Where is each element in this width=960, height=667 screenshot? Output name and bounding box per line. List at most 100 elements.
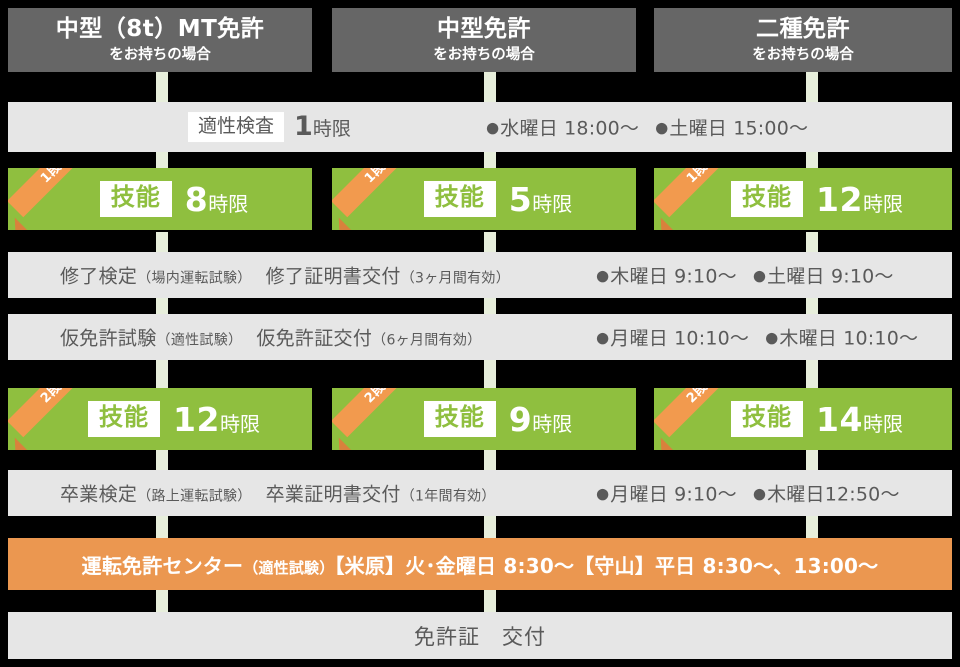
connector-line-col1 [156, 296, 168, 316]
connector-line-col3 [806, 72, 818, 104]
stage2-hours-number-col2: 9 [508, 399, 533, 439]
ribbon-tail [332, 437, 355, 450]
completion-test-note-2: （3ヶ月間有効） [400, 270, 511, 287]
graduation-test-note-1: （路上運転試験） [137, 488, 252, 505]
ribbon-tail [332, 217, 355, 230]
graduation-test-main-2: 卒業証明書交付 [265, 483, 401, 506]
graduation-test-main-1: 卒業検定 [60, 483, 138, 506]
bullet-icon: ● [752, 266, 767, 285]
license-center-label: 運転免許センター（適性試験）【米原】火･金曜日 8:30～【守山】平日 8:30… [82, 550, 879, 579]
completion-test-main-2: 修了証明書交付 [265, 265, 401, 288]
stage1-hours-number-col2: 5 [508, 179, 533, 219]
connector-line-col2 [484, 590, 496, 612]
stage1-ribbon-col2: 1段階 [332, 168, 410, 230]
column-header-1-title: 中型（8t）MT免許 [55, 16, 265, 43]
stage1-skill-chip-col1: 技能 [99, 181, 172, 217]
aptitude-test-hours-unit: 時限 [312, 117, 351, 140]
stage1-ribbon-col1: 1段階 [8, 168, 86, 230]
license-issued-row: 免許証 交付 [8, 612, 952, 659]
stage1-skill-chip-col3: 技能 [731, 181, 804, 217]
stage2-hours-col1: 12時限 [173, 400, 260, 439]
stage2-ribbon-col1: 2段階 [8, 388, 86, 450]
stage1-ribbon-label: 1段階 [8, 168, 86, 218]
stage2-hours-col2: 9時限 [509, 400, 572, 439]
bullet-icon: ● [596, 266, 610, 285]
ribbon-tail [654, 217, 677, 230]
provisional-license-label: 仮免許試験（適性試験） 仮免許証交付（6ヶ月間有効） [60, 324, 481, 351]
completion-test-schedule-1: 木曜日 9:10～ [610, 265, 737, 288]
provisional-license-main-2: 仮免許証交付 [256, 327, 373, 350]
curriculum-flowchart: 中型（8t）MT免許 をお持ちの場合 中型免許 をお持ちの場合 二種免許 をお持… [0, 0, 960, 667]
provisional-license-schedule-1: 月曜日 10:10～ [610, 327, 750, 350]
completion-test-label: 修了検定（場内運転試験） 修了証明書交付（3ヶ月間有効） [60, 262, 510, 289]
connector-line-col3 [806, 450, 818, 472]
column-header-2-title: 中型免許 [437, 16, 531, 43]
stage2-hours-col3: 14時限 [816, 400, 903, 439]
stage1-hours-unit-col1: 時限 [208, 191, 249, 216]
column-header-1-subtitle: をお持ちの場合 [109, 46, 211, 63]
license-center-detail: 【米原】火･金曜日 8:30～【守山】平日 8:30～、13:00～ [334, 553, 879, 578]
connector-line-col2 [484, 296, 496, 316]
column-header-1: 中型（8t）MT免許 をお持ちの場合 [8, 8, 312, 72]
graduation-test-schedule: ●月曜日 9:10～ ●木曜日12:50～ [596, 480, 900, 507]
stage1-skill-bar-col3: 1段階 技能 12時限 [654, 168, 952, 230]
stage2-ribbon-label: 2段階 [332, 388, 410, 438]
ribbon-tail [654, 437, 677, 450]
aptitude-test-schedule-2: 土曜日 15:00～ [669, 117, 809, 140]
connector-line-col1 [156, 358, 168, 390]
stage2-hours-number-col3: 14 [816, 399, 863, 439]
bullet-icon: ● [486, 118, 500, 137]
aptitude-test-row: 適性検査 1時限 ●水曜日 18:00～ ●土曜日 15:00～ [8, 102, 952, 152]
stage1-hours-col3: 12時限 [816, 180, 903, 219]
bullet-icon: ● [655, 118, 669, 137]
provisional-license-schedule-2: 木曜日 10:10～ [779, 327, 919, 350]
graduation-test-label: 卒業検定（路上運転試験） 卒業証明書交付（1年間有効） [60, 480, 496, 507]
provisional-license-row: 仮免許試験（適性試験） 仮免許証交付（6ヶ月間有効） ●月曜日 10:10～ ●木曜… [8, 314, 952, 360]
stage2-skill-chip-col1: 技能 [88, 401, 161, 437]
connector-line-col2 [484, 232, 496, 254]
connector-line-col1 [156, 72, 168, 104]
connector-line-col2 [484, 358, 496, 390]
stage1-skill-bar-col2: 1段階 技能 5時限 [332, 168, 636, 230]
provisional-license-main-1: 仮免許試験 [60, 327, 157, 350]
graduation-test-schedule-2: 木曜日12:50～ [767, 483, 900, 506]
stage1-ribbon-label: 1段階 [654, 168, 732, 218]
ribbon-tail [8, 437, 31, 450]
stage2-hours-unit-col1: 時限 [219, 411, 260, 436]
column-header-3-subtitle: をお持ちの場合 [752, 46, 854, 63]
stage2-ribbon-col3: 2段階 [654, 388, 732, 450]
connector-line-col1 [156, 232, 168, 254]
license-center-row: 運転免許センター（適性試験）【米原】火･金曜日 8:30～【守山】平日 8:30… [8, 538, 952, 590]
ribbon-tail [8, 217, 31, 230]
stage1-hours-unit-col2: 時限 [532, 191, 573, 216]
graduation-test-row: 卒業検定（路上運転試験） 卒業証明書交付（1年間有効） ●月曜日 9:10～ ●木曜… [8, 470, 952, 516]
connector-line-col2 [484, 450, 496, 472]
connector-line-col1 [156, 590, 168, 612]
connector-line-col1 [156, 450, 168, 472]
stage1-hours-number-col1: 8 [184, 179, 209, 219]
connector-line-col2 [484, 516, 496, 538]
completion-test-schedule-2: 土曜日 9:10～ [767, 265, 894, 288]
completion-test-row: 修了検定（場内運転試験） 修了証明書交付（3ヶ月間有効） ●木曜日 9:10～ ●土… [8, 252, 952, 298]
stage1-ribbon-col3: 1段階 [654, 168, 732, 230]
bullet-icon: ● [596, 484, 610, 503]
stage1-skill-bar-col1: 1段階 技能 8時限 [8, 168, 312, 230]
license-issued-label: 免許証 交付 [414, 624, 546, 649]
aptitude-test-schedule: ●水曜日 18:00～ ●土曜日 15:00～ [486, 114, 808, 141]
completion-test-schedule: ●木曜日 9:10～ ●土曜日 9:10～ [596, 262, 894, 289]
stage2-ribbon-label: 2段階 [654, 388, 732, 438]
stage1-hours-number-col3: 12 [816, 179, 863, 219]
connector-line-col3 [806, 296, 818, 316]
provisional-license-note-1: （適性試験） [156, 332, 243, 349]
stage1-hours-col1: 8時限 [185, 180, 248, 219]
connector-line-col2 [484, 72, 496, 104]
column-header-3-title: 二種免許 [756, 16, 850, 43]
stage2-skill-bar-col2: 2段階 技能 9時限 [332, 388, 636, 450]
graduation-test-note-2: （1年間有効） [400, 488, 496, 505]
column-header-3: 二種免許 をお持ちの場合 [654, 8, 952, 72]
license-center-note: （適性試験） [243, 558, 335, 577]
aptitude-test-chip: 適性検査 [188, 112, 285, 142]
bullet-icon: ● [596, 328, 610, 347]
stage2-skill-bar-col1: 2段階 技能 12時限 [8, 388, 312, 450]
graduation-test-schedule-1: 月曜日 9:10～ [610, 483, 737, 506]
